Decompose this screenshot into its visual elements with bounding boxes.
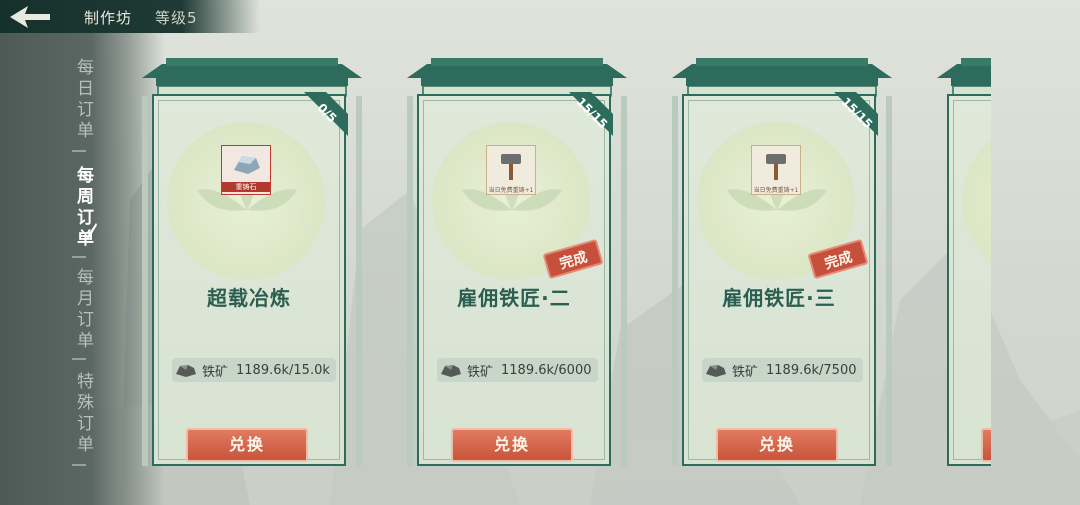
- pillar-right: [356, 96, 362, 466]
- nav-divider: [72, 358, 86, 360]
- pillar-left: [672, 96, 678, 466]
- hammer-icon: [501, 154, 521, 180]
- cost-row: 铁矿 1189.6k/6000: [437, 358, 598, 382]
- exchange-button[interactable]: 兑换: [716, 428, 838, 462]
- cost-row: 铁矿 1189.6k/15.0k: [172, 358, 336, 382]
- cost-amount: 1189.6k/15.0k: [236, 362, 330, 378]
- reward-item[interactable]: 当日免费重铸+1: [486, 145, 536, 195]
- nav-divider: [72, 150, 86, 152]
- order-card: 0/5 重铸石 超载冶炼 铁矿 1189.6k/15.0k 兑换: [136, 56, 368, 470]
- cost-resource: 铁矿: [732, 364, 759, 380]
- pillar-right: [621, 96, 627, 466]
- iron-ore-icon: [706, 365, 726, 377]
- page-title: 制作坊: [84, 9, 133, 27]
- nav-divider: [72, 256, 86, 258]
- exchange-button[interactable]: 兑换: [186, 428, 308, 462]
- order-name: 超载冶炼: [207, 286, 291, 310]
- cost-amount: 1189.6k/7500: [766, 362, 857, 378]
- order-name: 雇佣铁匠·二: [457, 286, 571, 310]
- cost-amount: 1189.6k/6000: [501, 362, 592, 378]
- exchange-button[interactable]: [981, 428, 991, 462]
- top-bar: 制作坊 等级5: [0, 0, 260, 33]
- cost-resource: 铁矿: [202, 364, 229, 380]
- pillar-left: [142, 96, 148, 466]
- iron-ingot-icon: [234, 156, 260, 174]
- item-caption: 重铸石: [222, 182, 270, 192]
- order-name: 雇佣铁匠·三: [722, 286, 836, 310]
- iron-ore-icon: [441, 365, 461, 377]
- hammer-icon: [766, 154, 786, 180]
- cost-resource: 铁矿: [467, 364, 494, 380]
- order-card: 15/15 当日免费重铸+1 完成 雇佣铁匠·三 铁矿 1189.6k/7500…: [666, 56, 898, 470]
- item-caption: 当日免费重铸+1: [488, 187, 534, 194]
- tab-daily-orders[interactable]: 每日订单: [60, 58, 96, 142]
- reward-item[interactable]: 当日免费重铸+1: [751, 145, 801, 195]
- cost-row: 铁矿 1189.6k/7500: [702, 358, 863, 382]
- tab-special-orders[interactable]: 特殊订单: [60, 372, 96, 456]
- nav-divider: [72, 464, 86, 466]
- item-caption: 当日免费重铸+1: [753, 187, 799, 194]
- order-card-partial: [931, 56, 991, 470]
- reward-item[interactable]: 重铸石: [221, 145, 271, 195]
- level-label: 等级5: [155, 9, 198, 27]
- brush-icon: [86, 223, 97, 240]
- pillar-left: [407, 96, 413, 466]
- order-card: 15/15 当日免费重铸+1 完成 雇佣铁匠·二 铁矿 1189.6k/6000…: [401, 56, 633, 470]
- pillar-right: [886, 96, 892, 466]
- exchange-button[interactable]: 兑换: [451, 428, 573, 462]
- tab-monthly-orders[interactable]: 每月订单: [60, 268, 96, 352]
- back-arrow-icon[interactable]: [6, 2, 54, 32]
- iron-ore-icon: [176, 365, 196, 377]
